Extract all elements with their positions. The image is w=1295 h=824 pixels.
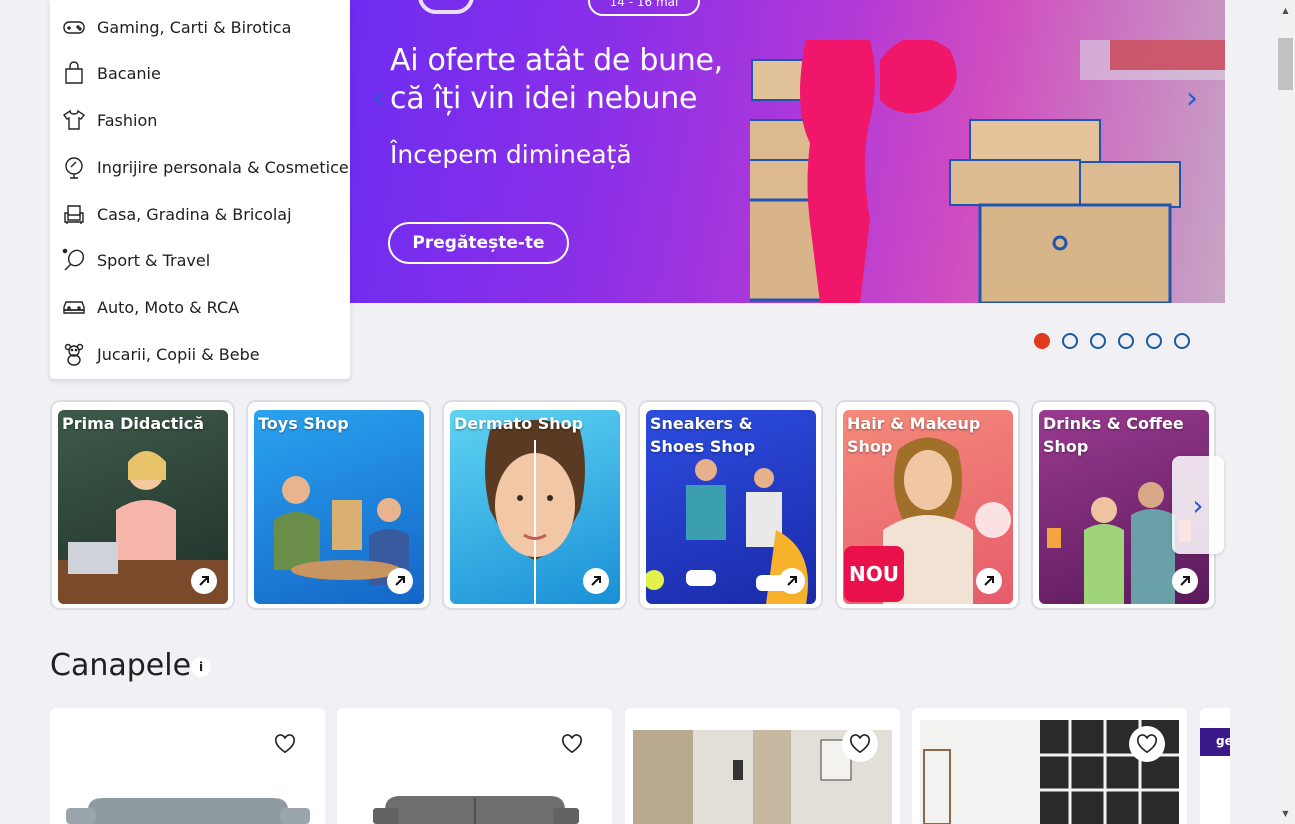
- arrow-up-right-icon: [1172, 568, 1198, 594]
- pagination-dot[interactable]: [1062, 333, 1078, 349]
- arrow-up-right-icon: [191, 568, 217, 594]
- scroll-up-icon[interactable]: ▲: [1276, 2, 1295, 19]
- shop-title: Hair & Makeup Shop: [847, 414, 981, 456]
- category-label: Gaming, Carti & Birotica: [97, 17, 292, 37]
- shop-title: Toys Shop: [258, 414, 349, 433]
- category-item-bacanie[interactable]: Bacanie: [50, 51, 350, 95]
- product-card-partial[interactable]: ge: [1200, 708, 1230, 824]
- pagination-dot[interactable]: [1090, 333, 1106, 349]
- shop-title: Dermato Shop: [454, 414, 584, 433]
- shop-card-hair-makeup[interactable]: NOU Hair & Makeup Shop: [835, 400, 1020, 610]
- product-card[interactable]: [625, 708, 900, 824]
- page-scrollbar[interactable]: ▲ ▼: [1276, 0, 1295, 824]
- scroll-down-icon[interactable]: ▼: [1276, 805, 1295, 822]
- arrow-up-right-icon: [779, 568, 805, 594]
- armchair-icon: [62, 202, 86, 226]
- product-card[interactable]: [912, 708, 1187, 824]
- pagination-dot[interactable]: [1034, 333, 1050, 349]
- hero-banner[interactable]: 14 - 16 mai Ai oferte atât de bune, că î…: [350, 0, 1225, 303]
- category-item-auto[interactable]: Auto, Moto & RCA: [50, 285, 350, 329]
- gamepad-icon: [62, 15, 86, 39]
- hero-headline: Ai oferte atât de bune, că îți vin idei …: [390, 42, 723, 118]
- genius-badge: ge: [1200, 728, 1230, 756]
- hero-subtitle: Începem dimineață: [390, 140, 632, 169]
- category-menu: Gaming, Carti & Birotica Bacanie Fashion…: [50, 0, 350, 379]
- new-badge: NOU: [844, 546, 904, 602]
- scroll-thumb[interactable]: [1278, 38, 1293, 90]
- arrow-up-right-icon: [976, 568, 1002, 594]
- shops-carousel: Prima Didactică Toys Shop Dermato Shop S…: [50, 400, 1220, 610]
- category-item-sport[interactable]: Sport & Travel: [50, 238, 350, 282]
- campaign-date: 14 - 16 mai: [588, 0, 700, 16]
- hero-headline-line2: că îți vin idei nebune: [390, 81, 698, 116]
- info-icon[interactable]: i: [191, 657, 211, 677]
- teddy-bear-icon: [62, 342, 86, 366]
- heart-icon[interactable]: [1129, 726, 1165, 762]
- hero-prev-arrow-icon[interactable]: ‹: [372, 84, 392, 114]
- arrow-up-right-icon: [583, 568, 609, 594]
- category-label: Jucarii, Copii & Bebe: [97, 344, 260, 364]
- category-label: Fashion: [97, 110, 158, 130]
- heart-icon[interactable]: [554, 726, 590, 762]
- tshirt-icon: [62, 108, 86, 132]
- pagination-dot[interactable]: [1118, 333, 1134, 349]
- arrow-up-right-icon: [387, 568, 413, 594]
- hero-pagination: [1034, 333, 1190, 349]
- category-item-fashion[interactable]: Fashion: [50, 98, 350, 142]
- product-card[interactable]: [50, 708, 325, 824]
- category-label: Casa, Gradina & Bricolaj: [97, 204, 292, 224]
- hero-cta-button[interactable]: Pregătește-te: [388, 222, 569, 264]
- racket-icon: [62, 248, 86, 272]
- category-item-cosmetice[interactable]: Ingrijire personala & Cosmetice: [50, 145, 350, 189]
- heart-icon[interactable]: [842, 726, 878, 762]
- shop-card-dermato[interactable]: Dermato Shop: [442, 400, 627, 610]
- product-carousel: ge: [50, 708, 1230, 824]
- category-item-casa[interactable]: Casa, Gradina & Bricolaj: [50, 192, 350, 236]
- shop-title: Sneakers & Shoes Shop: [650, 414, 756, 456]
- pagination-dot[interactable]: [1174, 333, 1190, 349]
- section-title: Canapele: [50, 648, 192, 683]
- shop-title: Prima Didactică: [62, 414, 205, 433]
- category-label: Ingrijire personala & Cosmetice: [97, 157, 349, 177]
- campaign-logo: [418, 0, 474, 14]
- shop-card-prima-didactica[interactable]: Prima Didactică: [50, 400, 235, 610]
- shops-next-arrow-icon[interactable]: ›: [1172, 456, 1224, 554]
- product-card[interactable]: [337, 708, 612, 824]
- category-item-jucarii[interactable]: Jucarii, Copii & Bebe: [50, 332, 350, 376]
- pagination-dot[interactable]: [1146, 333, 1162, 349]
- hero-headline-line1: Ai oferte atât de bune,: [390, 43, 723, 78]
- shop-card-sneakers[interactable]: Sneakers & Shoes Shop: [638, 400, 823, 610]
- cosmetics-icon: [62, 155, 86, 179]
- category-item-gaming[interactable]: Gaming, Carti & Birotica: [50, 5, 350, 49]
- shop-title: Drinks & Coffee Shop: [1043, 414, 1184, 456]
- category-label: Bacanie: [97, 63, 161, 83]
- category-label: Sport & Travel: [97, 250, 211, 270]
- car-icon: [62, 295, 86, 319]
- shop-card-toys[interactable]: Toys Shop: [246, 400, 431, 610]
- heart-icon[interactable]: [267, 726, 303, 762]
- hero-illustration: [750, 40, 1225, 303]
- category-label: Auto, Moto & RCA: [97, 297, 240, 317]
- shopping-bag-icon: [62, 61, 86, 85]
